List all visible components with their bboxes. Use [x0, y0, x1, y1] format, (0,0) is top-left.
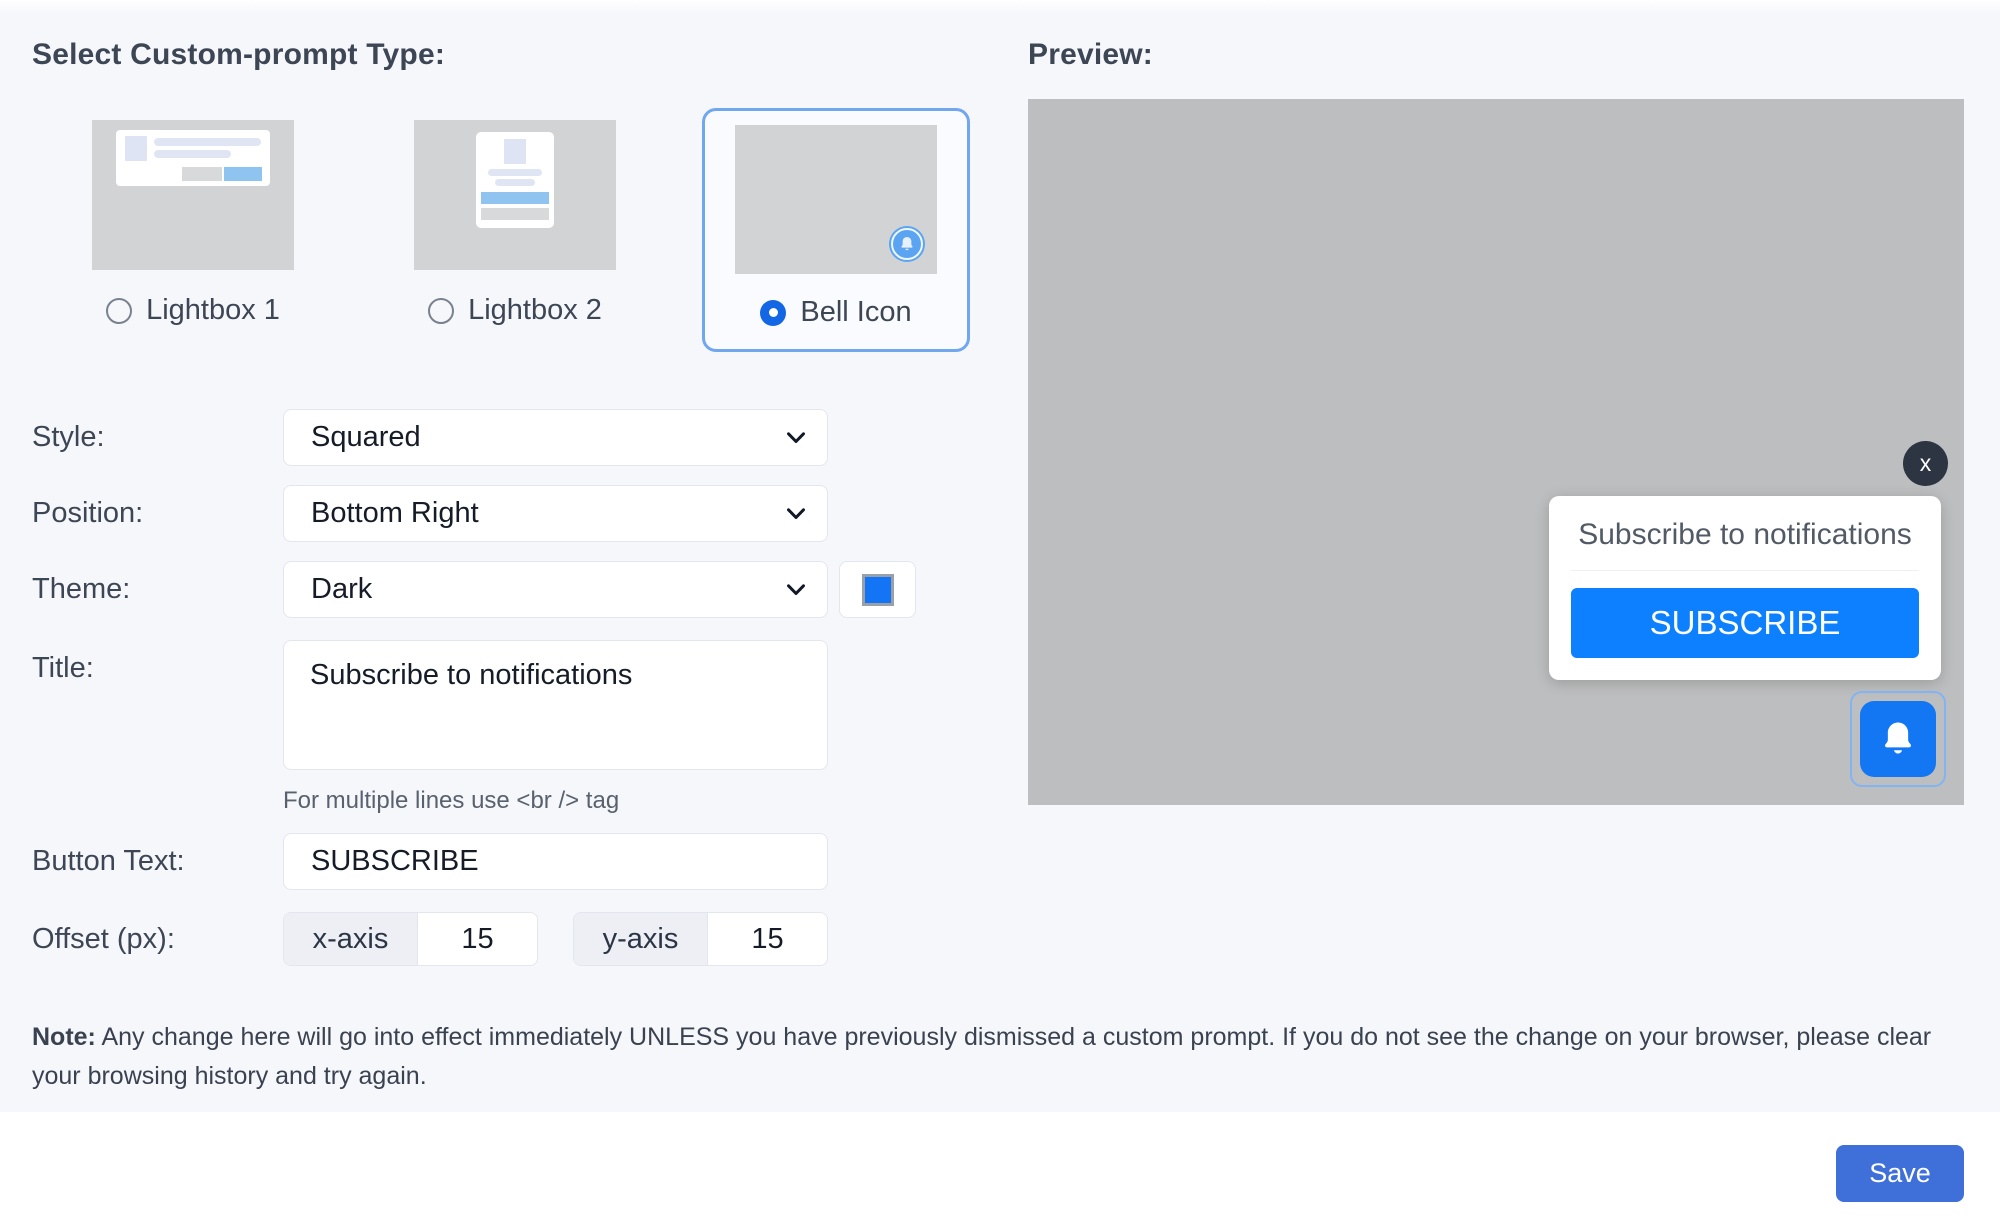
title-row: Title: Subscribe to notifications For mu…: [32, 640, 1002, 815]
placeholder-line: [495, 179, 535, 186]
theme-select[interactable]: Dark: [283, 561, 828, 618]
x-axis-offset-input[interactable]: [418, 913, 537, 965]
bell-icon-choice: Bell Icon: [760, 296, 911, 329]
bell-icon: [1860, 701, 1936, 777]
placeholder-image: [125, 136, 147, 161]
placeholder-button-blue: [481, 192, 549, 204]
prompt-type-options: Lightbox 1 Lightbox 2: [32, 108, 1002, 352]
placeholder-image: [504, 139, 526, 164]
style-select[interactable]: Squared: [283, 409, 828, 466]
preview-area: x Subscribe to notifications SUBSCRIBE: [1028, 99, 1964, 805]
placeholder-button-blue: [224, 167, 262, 181]
effect-note: Note: Any change here will go into effec…: [32, 1018, 1942, 1096]
button-text-input[interactable]: [283, 833, 828, 890]
placeholder-line: [488, 169, 542, 176]
theme-color-picker-button[interactable]: [839, 561, 916, 618]
lightbox-2-card-graphic: [476, 132, 554, 228]
placeholder-button-gray: [182, 167, 222, 181]
x-axis-offset-group: x-axis: [283, 912, 538, 966]
theme-color-swatch: [862, 574, 894, 606]
preview-subscribe-popup: Subscribe to notifications SUBSCRIBE: [1549, 496, 1941, 680]
button-text-label: Button Text:: [32, 845, 283, 878]
custom-prompt-settings-page: Select Custom-prompt Type: Lightbox 1: [0, 0, 2000, 1228]
lightbox-2-choice: Lightbox 2: [428, 294, 602, 327]
lightbox-2-radio[interactable]: [428, 298, 454, 324]
bell-icon-radio[interactable]: [760, 300, 786, 326]
title-help-text: For multiple lines use <br /> tag: [283, 787, 828, 815]
save-button[interactable]: Save: [1836, 1145, 1964, 1202]
prompt-settings-form: Style: Squared Position: Bottom Right: [32, 409, 1002, 966]
lightbox-1-choice: Lightbox 1: [106, 294, 280, 327]
y-axis-offset-input[interactable]: [708, 913, 827, 965]
placeholder-button-gray: [481, 208, 549, 220]
preview-heading: Preview:: [1028, 38, 1964, 72]
placeholder-line: [154, 138, 261, 146]
theme-select-value: Dark: [311, 573, 372, 606]
note-text: Any change here will go into effect imme…: [32, 1023, 1931, 1090]
offset-controls: x-axis y-axis: [283, 912, 828, 966]
bell-icon-label: Bell Icon: [800, 296, 911, 329]
bell-icon-thumbnail: [735, 125, 937, 274]
option-lightbox-1[interactable]: Lightbox 1: [92, 108, 294, 327]
position-label: Position:: [32, 497, 283, 530]
chevron-down-icon: [787, 584, 805, 596]
footer-bar: Save: [0, 1112, 2000, 1228]
prompt-type-heading: Select Custom-prompt Type:: [32, 38, 1002, 72]
style-label: Style:: [32, 421, 283, 454]
y-axis-offset-group: y-axis: [573, 912, 828, 966]
title-field-group: Subscribe to notifications For multiple …: [283, 640, 828, 815]
style-select-value: Squared: [311, 421, 421, 454]
popup-title: Subscribe to notifications: [1571, 518, 1919, 571]
preview-bell-widget[interactable]: [1850, 691, 1946, 787]
lightbox-1-thumbnail: [92, 120, 294, 270]
theme-row: Theme: Dark: [32, 561, 1002, 618]
lightbox-1-card-graphic: [116, 130, 270, 186]
offset-row: Offset (px): x-axis y-axis: [32, 912, 1002, 966]
preview-subscribe-button[interactable]: SUBSCRIBE: [1571, 588, 1919, 658]
y-axis-label: y-axis: [574, 913, 708, 965]
button-text-row: Button Text:: [32, 833, 1002, 890]
note-bold-prefix: Note:: [32, 1023, 96, 1051]
position-select[interactable]: Bottom Right: [283, 485, 828, 542]
preview-close-button[interactable]: x: [1903, 441, 1948, 486]
lightbox-1-label: Lightbox 1: [146, 294, 280, 327]
position-select-value: Bottom Right: [311, 497, 479, 530]
lightbox-2-label: Lightbox 2: [468, 294, 602, 327]
offset-label: Offset (px):: [32, 923, 283, 956]
theme-label: Theme:: [32, 573, 283, 606]
option-lightbox-2[interactable]: Lightbox 2: [414, 108, 616, 327]
style-row: Style: Squared: [32, 409, 1002, 466]
bell-badge-icon: [889, 226, 925, 262]
settings-column: Select Custom-prompt Type: Lightbox 1: [32, 38, 1002, 966]
option-bell-icon[interactable]: Bell Icon: [702, 108, 970, 352]
placeholder-line: [154, 150, 231, 158]
position-row: Position: Bottom Right: [32, 485, 1002, 542]
title-label: Title:: [32, 640, 283, 685]
title-textarea[interactable]: Subscribe to notifications: [283, 640, 828, 770]
lightbox-1-radio[interactable]: [106, 298, 132, 324]
lightbox-2-thumbnail: [414, 120, 616, 270]
chevron-down-icon: [787, 432, 805, 444]
preview-column: Preview: x Subscribe to notifications SU…: [1028, 38, 1964, 805]
x-axis-label: x-axis: [284, 913, 418, 965]
chevron-down-icon: [787, 508, 805, 520]
